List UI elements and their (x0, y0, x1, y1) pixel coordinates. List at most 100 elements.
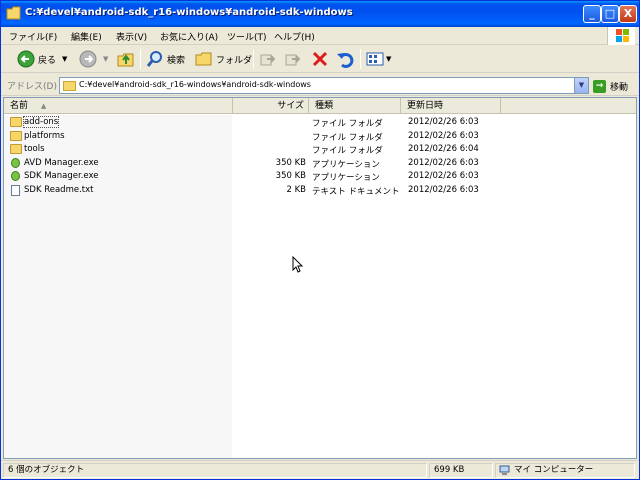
toolbar-separator (140, 49, 141, 69)
sort-ascending-icon: ▲ (40, 102, 47, 110)
column-headers: 名前 ▲ サイズ 種類 更新日時 (4, 98, 636, 114)
minimize-button[interactable]: _ (583, 5, 601, 23)
back-arrow-icon (17, 50, 35, 68)
file-type: ファイル フォルダ (312, 119, 383, 129)
close-button[interactable]: X (619, 5, 637, 23)
android-exe-icon (11, 171, 20, 181)
maximize-button[interactable]: □ (601, 5, 619, 23)
toolbar-separator (360, 49, 361, 69)
folder-icon (63, 81, 76, 91)
list-item[interactable]: AVD Manager.exe 350 KB アプリケーション 2012/02/… (4, 157, 636, 171)
file-name: SDK Readme.txt (24, 184, 94, 195)
file-modified: 2012/02/26 6:03 (408, 157, 479, 168)
folder-icon (10, 117, 22, 127)
title-bar[interactable]: C:¥devel¥android-sdk_r16-windows¥android… (1, 1, 639, 27)
status-location: マイ コンピューター (495, 463, 635, 478)
file-type: ファイル フォルダ (312, 146, 383, 156)
explorer-window: C:¥devel¥android-sdk_r16-windows¥android… (0, 0, 640, 480)
status-bar: 6 個のオブジェクト 699 KB マイ コンピューター (1, 460, 639, 479)
file-modified: 2012/02/26 6:03 (408, 117, 479, 127)
forward-arrow-icon (79, 50, 97, 68)
list-item[interactable]: platforms ファイル フォルダ 2012/02/26 6:03 (4, 130, 636, 144)
folder-icon (6, 6, 21, 20)
up-folder-icon (117, 53, 134, 67)
views-dropdown-icon[interactable]: ▼ (386, 55, 391, 63)
folder-icon (10, 130, 22, 141)
folders-label: フォルダ (216, 55, 253, 66)
search-icon (146, 51, 162, 67)
back-label: 戻る (38, 55, 57, 66)
file-modified: 2012/02/26 6:03 (408, 130, 479, 141)
back-dropdown-icon[interactable]: ▼ (62, 55, 67, 63)
search-label: 検索 (167, 55, 186, 66)
android-exe-icon (11, 157, 20, 168)
file-type: テキスト ドキュメント (312, 186, 400, 197)
file-type: アプリケーション (312, 159, 380, 170)
file-size: 350 KB (275, 171, 306, 181)
address-dropdown-icon[interactable]: ▼ (574, 78, 588, 93)
address-bar: アドレス(D) C:¥devel¥android-sdk_r16-windows… (1, 74, 639, 96)
delete-icon (312, 51, 328, 67)
file-rows: add-ons ファイル フォルダ 2012/02/26 6:03 platfo… (4, 116, 636, 197)
menu-bar: ファイル(F) 編集(E) 表示(V) お気に入り(A) ツール(T) ヘルプ(… (1, 27, 639, 45)
list-item[interactable]: add-ons ファイル フォルダ 2012/02/26 6:03 (4, 116, 636, 130)
header-type[interactable]: 種類 (309, 98, 401, 114)
forward-button[interactable]: ▼ (79, 48, 108, 70)
copy-to-button[interactable] (284, 48, 302, 70)
windows-logo-icon (607, 27, 635, 45)
back-button[interactable]: 戻る ▼ (17, 48, 67, 70)
window-title: C:¥devel¥android-sdk_r16-windows¥android… (25, 7, 353, 18)
toolbar: 戻る ▼ ▼ 検索 フォルダ ▼ (1, 45, 639, 73)
file-type: ファイル フォルダ (312, 132, 383, 143)
forward-dropdown-icon[interactable]: ▼ (103, 55, 108, 63)
menu-tools[interactable]: ツール(T) (227, 30, 267, 43)
file-modified: 2012/02/26 6:03 (408, 171, 479, 181)
file-modified: 2012/02/26 6:04 (408, 144, 479, 154)
folders-button[interactable]: フォルダ (195, 48, 252, 70)
menu-favorites[interactable]: お気に入り(A) (160, 30, 218, 43)
file-name: SDK Manager.exe (24, 171, 99, 181)
menu-view[interactable]: 表示(V) (116, 30, 147, 43)
views-icon (366, 52, 384, 66)
undo-button[interactable] (336, 48, 354, 70)
file-name: add-ons (22, 116, 60, 128)
my-computer-icon (499, 465, 510, 475)
toolbar-separator (253, 49, 254, 69)
delete-button[interactable] (311, 48, 329, 70)
go-button[interactable]: → 移動 (593, 78, 628, 94)
file-modified: 2012/02/26 6:03 (408, 184, 479, 195)
file-size: 350 KB (275, 157, 306, 168)
folder-icon (10, 144, 22, 154)
file-type: アプリケーション (312, 173, 380, 183)
menu-file[interactable]: ファイル(F) (9, 30, 57, 43)
move-to-icon (260, 54, 276, 66)
views-button[interactable]: ▼ (366, 48, 391, 70)
status-object-count: 6 個のオブジェクト (3, 463, 427, 478)
up-folder-button[interactable] (117, 48, 135, 70)
list-item[interactable]: tools ファイル フォルダ 2012/02/26 6:04 (4, 143, 636, 157)
menu-help[interactable]: ヘルプ(H) (274, 30, 315, 43)
file-size: 2 KB (286, 184, 306, 195)
header-size[interactable]: サイズ (233, 98, 309, 114)
text-document-icon (11, 184, 20, 196)
address-value: C:¥devel¥android-sdk_r16-windows¥android… (79, 80, 311, 89)
go-arrow-icon: → (593, 79, 606, 93)
address-input[interactable]: C:¥devel¥android-sdk_r16-windows¥android… (59, 77, 589, 94)
header-name[interactable]: 名前 ▲ (4, 98, 233, 114)
file-list[interactable]: 名前 ▲ サイズ 種類 更新日時 add-ons ファイル フォルダ 2012/… (3, 97, 637, 459)
search-button[interactable]: 検索 (146, 48, 185, 70)
list-item[interactable]: SDK Manager.exe 350 KB アプリケーション 2012/02/… (4, 170, 636, 184)
go-label: 移動 (610, 82, 629, 93)
file-name: platforms (24, 130, 65, 141)
undo-icon (337, 52, 354, 68)
file-name: tools (24, 144, 45, 154)
move-to-button[interactable] (259, 48, 277, 70)
header-modified[interactable]: 更新日時 (401, 98, 501, 114)
folders-icon (195, 52, 212, 66)
status-size: 699 KB (429, 463, 493, 478)
copy-to-icon (285, 54, 301, 66)
list-item[interactable]: SDK Readme.txt 2 KB テキスト ドキュメント 2012/02/… (4, 184, 636, 198)
mouse-cursor-icon (292, 256, 304, 273)
file-name: AVD Manager.exe (24, 157, 99, 168)
menu-edit[interactable]: 編集(E) (71, 30, 102, 43)
